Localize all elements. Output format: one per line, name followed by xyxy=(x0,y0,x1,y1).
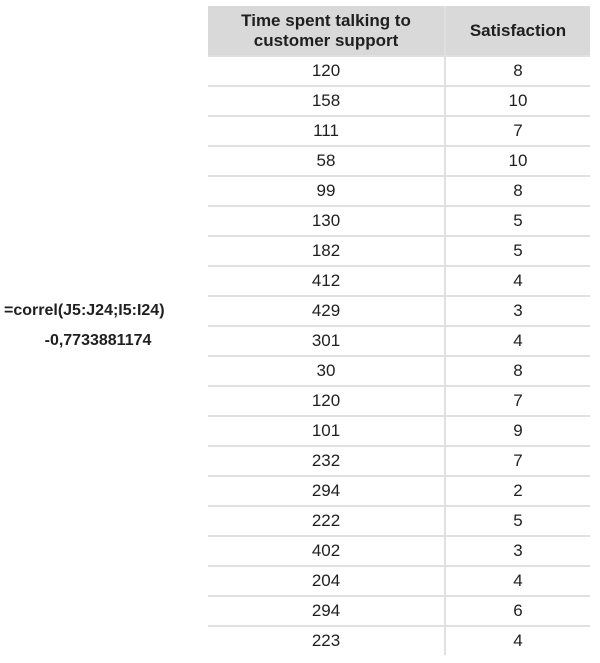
table-row: 30 8 xyxy=(208,356,590,387)
table-row: 130 5 xyxy=(208,206,590,237)
table-row: 120 8 xyxy=(208,56,590,87)
satisfaction-cell[interactable]: 2 xyxy=(445,476,590,507)
satisfaction-cell[interactable]: 6 xyxy=(445,596,590,627)
time-spent-cell[interactable]: 111 xyxy=(208,116,446,147)
time-spent-cell[interactable]: 222 xyxy=(208,506,446,537)
table-row: 301 4 xyxy=(208,326,590,357)
satisfaction-cell[interactable]: 10 xyxy=(445,146,590,177)
satisfaction-cell[interactable]: 5 xyxy=(445,506,590,537)
satisfaction-cell[interactable]: 7 xyxy=(445,386,590,417)
satisfaction-cell[interactable]: 8 xyxy=(445,356,590,387)
satisfaction-cell[interactable]: 4 xyxy=(445,566,590,597)
header-time-spent[interactable]: Time spent talking to customer support xyxy=(208,6,446,57)
satisfaction-cell[interactable]: 9 xyxy=(445,416,590,447)
satisfaction-cell[interactable]: 10 xyxy=(445,86,590,117)
satisfaction-cell[interactable]: 8 xyxy=(445,176,590,207)
time-spent-cell[interactable]: 130 xyxy=(208,206,446,237)
satisfaction-cell[interactable]: 7 xyxy=(445,116,590,147)
time-spent-cell[interactable]: 58 xyxy=(208,146,446,177)
table-row: 182 5 xyxy=(208,236,590,267)
correl-result-cell[interactable]: -0,7733881174 xyxy=(0,332,196,350)
satisfaction-cell[interactable]: 8 xyxy=(445,56,590,87)
table-row: 294 2 xyxy=(208,476,590,507)
header-satisfaction[interactable]: Satisfaction xyxy=(445,6,590,57)
time-spent-cell[interactable]: 232 xyxy=(208,446,446,477)
time-spent-cell[interactable]: 223 xyxy=(208,626,446,655)
header-row: Time spent talking to customer support S… xyxy=(208,6,590,57)
time-spent-cell[interactable]: 412 xyxy=(208,266,446,297)
time-spent-cell[interactable]: 101 xyxy=(208,416,446,447)
table-row: 111 7 xyxy=(208,116,590,147)
correl-formula-cell[interactable]: =correl(J5:J24;I5:I24) xyxy=(4,302,194,320)
table-row: 99 8 xyxy=(208,176,590,207)
satisfaction-cell[interactable]: 3 xyxy=(445,536,590,567)
satisfaction-cell[interactable]: 5 xyxy=(445,236,590,267)
time-spent-cell[interactable]: 294 xyxy=(208,476,446,507)
satisfaction-cell[interactable]: 3 xyxy=(445,296,590,327)
table-row: 120 7 xyxy=(208,386,590,417)
satisfaction-cell[interactable]: 4 xyxy=(445,626,590,655)
satisfaction-cell[interactable]: 4 xyxy=(445,266,590,297)
time-spent-cell[interactable]: 182 xyxy=(208,236,446,267)
table-row: 402 3 xyxy=(208,536,590,567)
time-spent-cell[interactable]: 158 xyxy=(208,86,446,117)
table-row: 101 9 xyxy=(208,416,590,447)
time-spent-cell[interactable]: 120 xyxy=(208,386,446,417)
data-table: Time spent talking to customer support S… xyxy=(208,6,590,655)
time-spent-cell[interactable]: 402 xyxy=(208,536,446,567)
time-spent-cell[interactable]: 99 xyxy=(208,176,446,207)
time-spent-cell[interactable]: 120 xyxy=(208,56,446,87)
table-row: 232 7 xyxy=(208,446,590,477)
satisfaction-cell[interactable]: 4 xyxy=(445,326,590,357)
table-row: 429 3 xyxy=(208,296,590,327)
table-row: 204 4 xyxy=(208,566,590,597)
time-spent-cell[interactable]: 30 xyxy=(208,356,446,387)
time-spent-cell[interactable]: 429 xyxy=(208,296,446,327)
satisfaction-cell[interactable]: 5 xyxy=(445,206,590,237)
table-row: 58 10 xyxy=(208,146,590,177)
time-spent-cell[interactable]: 301 xyxy=(208,326,446,357)
satisfaction-cell[interactable]: 7 xyxy=(445,446,590,477)
table-row: 412 4 xyxy=(208,266,590,297)
table-row: 158 10 xyxy=(208,86,590,117)
table-row: 222 5 xyxy=(208,506,590,537)
time-spent-cell[interactable]: 294 xyxy=(208,596,446,627)
time-spent-cell[interactable]: 204 xyxy=(208,566,446,597)
table-row: 223 4 xyxy=(208,626,590,655)
table-row: 294 6 xyxy=(208,596,590,627)
